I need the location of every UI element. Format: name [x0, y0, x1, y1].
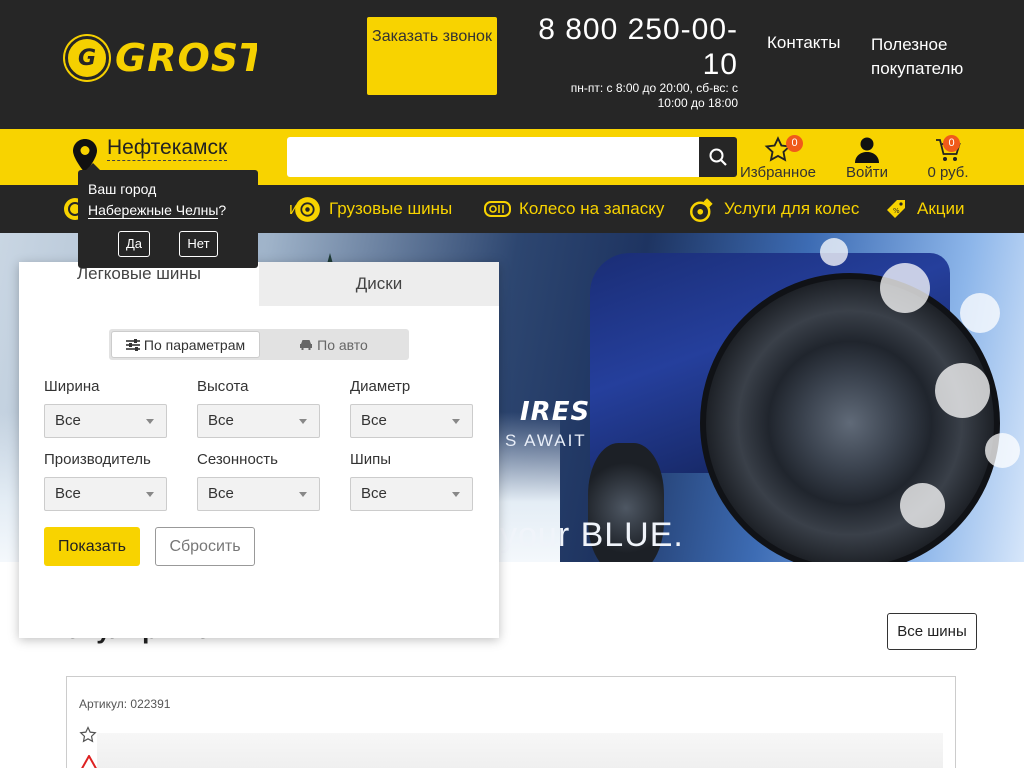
manufacturer-label: Производитель — [44, 451, 151, 468]
add-to-favorites-star-icon[interactable] — [79, 726, 97, 744]
reset-filter-button[interactable]: Сбросить — [155, 527, 255, 566]
season-select[interactable]: Все — [197, 477, 320, 511]
nav-item-wheel-services[interactable]: Услуги для колес — [689, 185, 859, 233]
filter-mode-switch: По параметрам По авто — [109, 329, 409, 360]
nav-item-label: Колесо на запаску — [519, 199, 665, 218]
site-logo[interactable]: G GROSTO — [63, 34, 257, 82]
login-label: Войти — [846, 164, 888, 181]
city-confirm-popup: Ваш город Набережные Челны? Да Нет — [78, 163, 258, 268]
product-image — [97, 733, 943, 768]
warning-sign-icon — [81, 755, 97, 768]
diameter-label: Диаметр — [350, 378, 411, 395]
width-label: Ширина — [44, 378, 100, 395]
tab-disks[interactable]: Диски — [259, 262, 499, 306]
useful-for-buyer-link[interactable]: Полезное покупателю — [871, 33, 981, 81]
all-tires-button[interactable]: Все шины — [887, 613, 977, 650]
user-icon — [855, 137, 879, 163]
popup-title: Ваш город — [88, 181, 157, 197]
banner-snowflake — [820, 238, 848, 266]
chevron-down-icon — [452, 492, 460, 497]
banner-snowflake — [935, 363, 990, 418]
chevron-down-icon — [146, 419, 154, 424]
wrench-wheel-icon — [690, 197, 713, 222]
nav-item-label: Грузовые шины — [329, 199, 453, 218]
favorites-count-badge: 0 — [786, 135, 803, 152]
tag-percent-icon: % — [887, 200, 905, 218]
banner-brand-text: IRES — [520, 397, 591, 427]
nav-item-label: Акции — [917, 199, 965, 218]
sliders-icon — [125, 338, 140, 351]
working-hours: пн-пт: с 8:00 до 20:00, сб-вс: с 10:00 д… — [570, 81, 738, 110]
height-select[interactable]: Все — [197, 404, 320, 438]
banner-snowflake — [985, 433, 1020, 468]
product-card[interactable]: Артикул: 022391 — [66, 676, 956, 768]
banner-slogan: your BLUE. — [500, 516, 684, 554]
studs-label: Шипы — [350, 451, 392, 468]
show-results-button[interactable]: Показать — [44, 527, 140, 566]
login-link[interactable]: Войти — [843, 136, 891, 181]
spare-wheel-icon — [484, 201, 511, 217]
search-input[interactable] — [287, 137, 699, 177]
banner-snowflake — [880, 263, 930, 313]
tab-passenger-tires[interactable]: Легковые шины — [19, 262, 259, 306]
confirm-city-yes-button[interactable]: Да — [118, 231, 150, 257]
tire-filter-panel: Легковые шины Диски По параметрам По авт… — [19, 262, 499, 638]
cart-count-badge: 0 — [943, 135, 960, 152]
chevron-down-icon — [452, 419, 460, 424]
order-callback-button[interactable]: Заказать звонок — [367, 17, 497, 95]
diameter-select[interactable]: Все — [350, 404, 473, 438]
mode-by-car-label: По авто — [317, 336, 368, 353]
nav-item-promotions[interactable]: % Акции — [885, 185, 965, 233]
chevron-down-icon — [299, 492, 307, 497]
nav-item-spare-wheel[interactable]: Колесо на запаску — [484, 185, 664, 233]
cart-total: 0 руб. — [927, 164, 969, 181]
favorites-link[interactable]: Избранное — [740, 136, 816, 181]
width-select[interactable]: Все — [44, 404, 167, 438]
height-label: Высота — [197, 378, 249, 395]
popup-suggested-city: Набережные Челны? — [88, 202, 227, 219]
product-sku: Артикул: 022391 — [79, 697, 171, 711]
nav-item-truck-tires[interactable]: Грузовые шины — [294, 185, 452, 233]
manufacturer-select[interactable]: Все — [44, 477, 167, 511]
contacts-link[interactable]: Контакты — [767, 33, 840, 53]
banner-tire-image — [700, 273, 1000, 562]
svg-text:%: % — [893, 207, 900, 215]
season-label: Сезонность — [197, 451, 278, 468]
banner-snowflake — [900, 483, 945, 528]
chevron-down-icon — [299, 419, 307, 424]
suggested-city-name[interactable]: Набережные Челны — [88, 202, 219, 219]
current-city[interactable]: Нефтекамск — [107, 135, 228, 161]
favorites-label: Избранное — [740, 164, 817, 181]
search-button[interactable] — [699, 137, 737, 177]
logo-emblem-icon: G — [65, 36, 109, 80]
logo-text: GROSTO — [115, 36, 257, 80]
nav-item-label: Услуги для колес — [724, 199, 860, 218]
mode-by-params-button[interactable]: По параметрам — [111, 331, 260, 358]
banner-tagline: S AWAIT — [505, 431, 587, 450]
truck-tire-icon — [295, 196, 320, 222]
phone-number[interactable]: 8 800 250-00-10 — [520, 12, 738, 82]
search-icon — [709, 148, 727, 166]
studs-select[interactable]: Все — [350, 477, 473, 511]
car-icon — [300, 340, 313, 350]
mode-by-params-label: По параметрам — [143, 336, 246, 353]
banner-snowflake — [960, 293, 1000, 333]
mode-by-car-button[interactable]: По авто — [260, 331, 407, 358]
confirm-city-no-button[interactable]: Нет — [179, 231, 218, 257]
chevron-down-icon — [146, 492, 154, 497]
